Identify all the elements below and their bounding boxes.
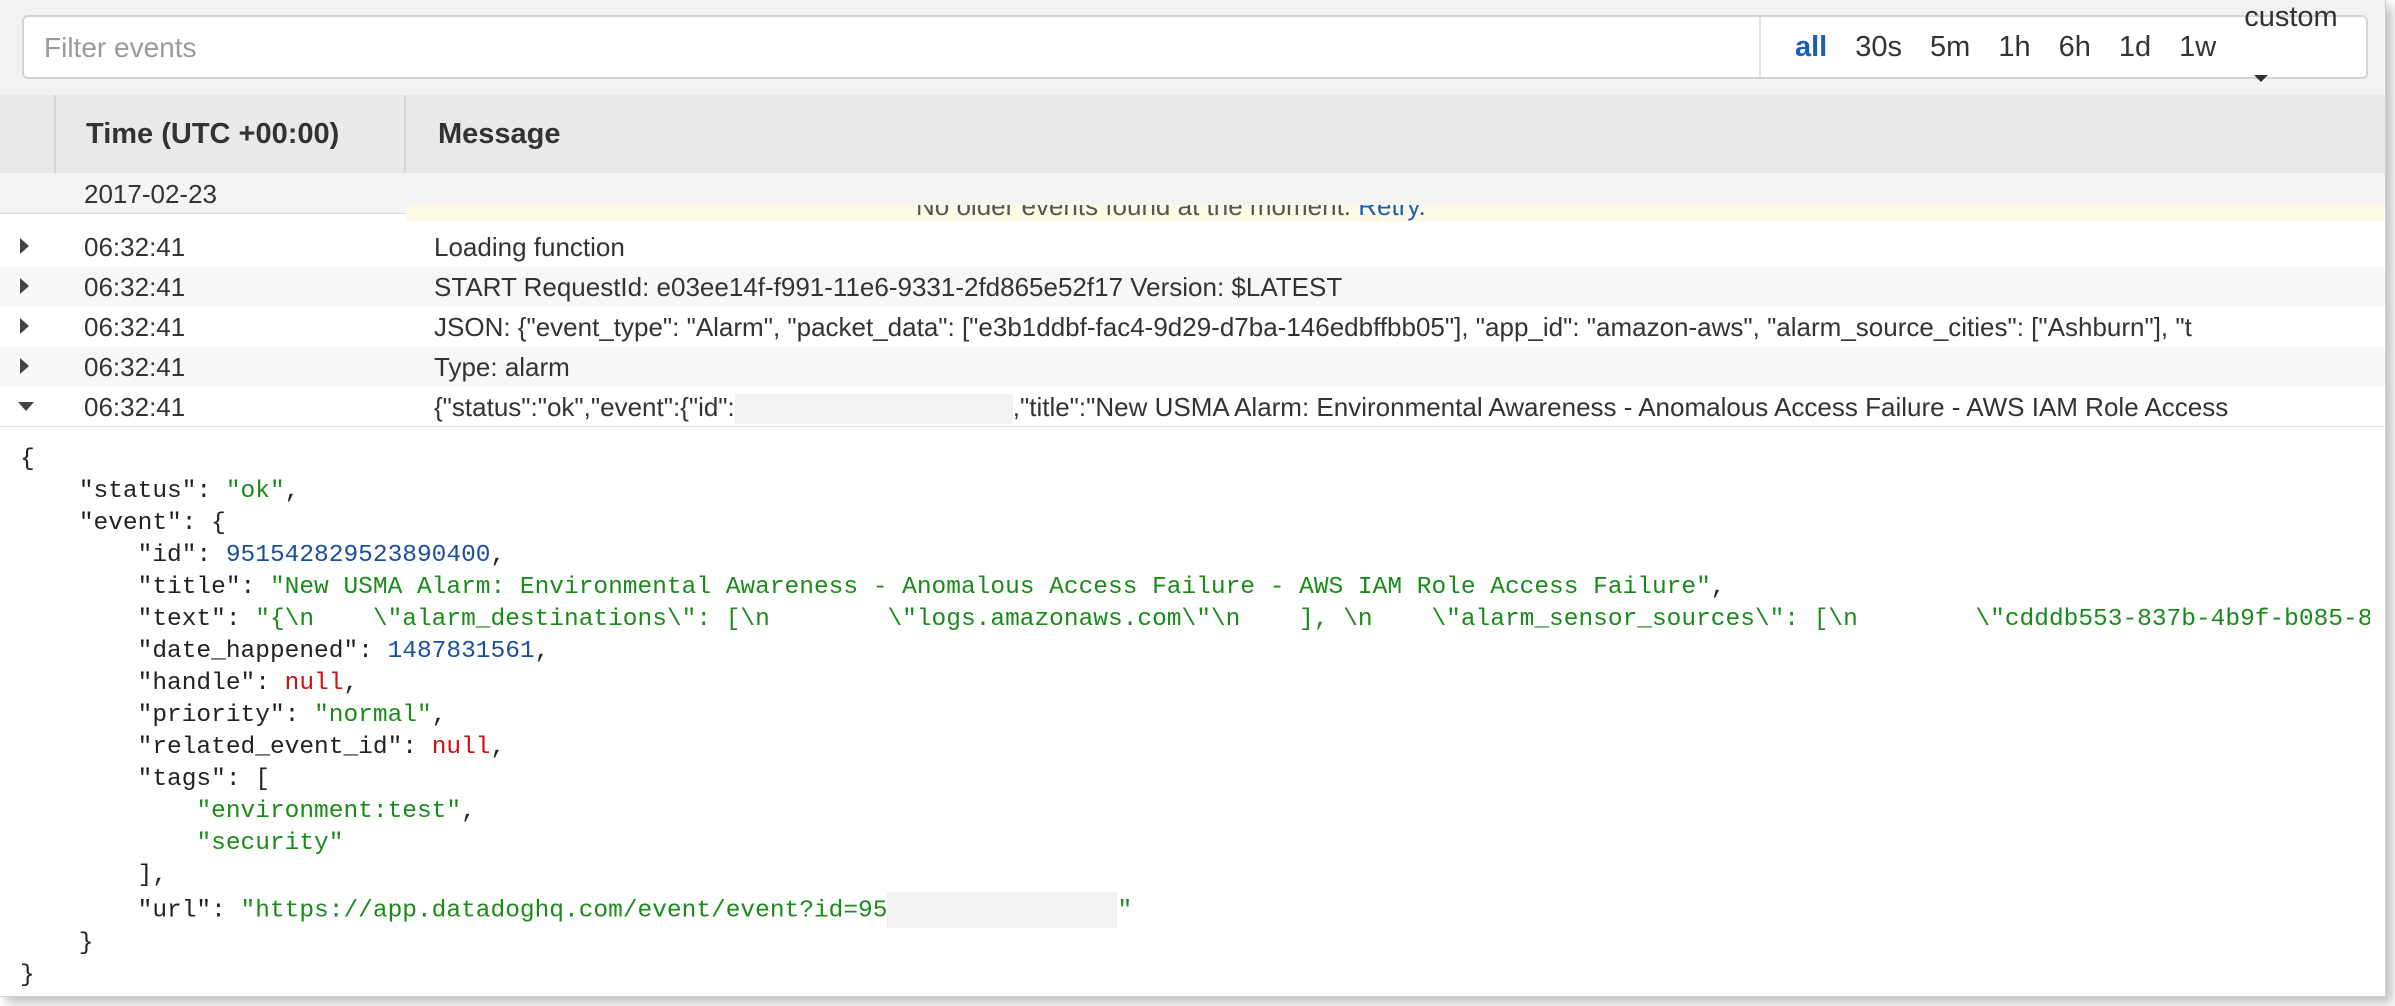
- row-message-prefix: {"status":"ok","event":{"id":: [434, 392, 735, 422]
- message-column-header[interactable]: Message: [406, 95, 2385, 173]
- json-title: "New USMA Alarm: Environmental Awareness…: [269, 574, 1711, 601]
- table-header: Time (UTC +00:00) Message: [0, 95, 2385, 174]
- time-column-header[interactable]: Time (UTC +00:00): [56, 95, 406, 173]
- range-custom-dropdown[interactable]: custom: [2230, 0, 2366, 107]
- row-time: 06:32:41: [84, 272, 186, 302]
- row-message: Type: alarm: [434, 352, 570, 382]
- time-range-group: all 30s 5m 1h 6h 1d 1w custom: [1759, 1, 2366, 82]
- expand-row-icon[interactable]: [20, 358, 29, 374]
- chevron-down-icon: [2254, 74, 2269, 82]
- json-tag: "security": [196, 830, 344, 857]
- range-6h[interactable]: 6h: [2045, 17, 2105, 77]
- older-events-notice: No older events found at the moment. Ret…: [406, 205, 2385, 221]
- row-message: {"status":"ok","event":{"id": ,"title":"N…: [434, 386, 2228, 428]
- expand-row-icon[interactable]: [20, 238, 29, 254]
- row-message-suffix: ,"title":"New USMA Alarm: Environmental …: [1012, 392, 2229, 422]
- redacted-block: [734, 394, 1013, 425]
- table-row[interactable]: 06:32:41 JSON: {"event_type": "Alarm", "…: [0, 306, 2385, 347]
- filter-box: all 30s 5m 1h 6h 1d 1w custom: [22, 1, 2368, 82]
- log-viewer: all 30s 5m 1h 6h 1d 1w custom Time (UTC …: [0, 0, 2386, 997]
- json-url-suffix: ": [1117, 897, 1133, 925]
- table-row[interactable]: 06:32:41 Type: alarm: [0, 346, 2385, 387]
- json-tag: "environment:test": [196, 798, 462, 825]
- expanded-json-view: { "status": "ok", "event": { "id": 95154…: [20, 444, 2370, 992]
- expand-row-icon[interactable]: [20, 278, 29, 294]
- table-row[interactable]: 06:32:41 Loading function: [0, 226, 2385, 267]
- row-time: 06:32:41: [84, 392, 186, 422]
- collapse-row-icon[interactable]: [18, 402, 34, 411]
- range-1h[interactable]: 1h: [1984, 17, 2044, 77]
- filter-bar: all 30s 5m 1h 6h 1d 1w custom: [0, 0, 2385, 96]
- retry-link[interactable]: Retry.: [1358, 205, 1425, 221]
- json-text: "{\n \"alarm_destinations\": [\n \"logs.…: [255, 606, 2370, 633]
- range-custom-label: custom: [2244, 1, 2338, 33]
- json-related-event-id: null: [431, 734, 491, 761]
- json-handle: null: [284, 670, 344, 697]
- table-row[interactable]: 06:32:41 START RequestId: e03ee14f-f991-…: [0, 266, 2385, 307]
- range-all[interactable]: all: [1781, 17, 1841, 77]
- json-id: 951542829523890400: [225, 542, 491, 569]
- range-30s[interactable]: 30s: [1841, 17, 1916, 77]
- json-url-prefix: "https://app.datadoghq.com/event/event?i…: [240, 897, 888, 925]
- row-time: 06:32:41: [84, 352, 186, 382]
- filter-events-input[interactable]: [42, 17, 1766, 79]
- older-events-text: No older events found at the moment. Ret…: [916, 205, 1426, 221]
- row-time: 06:32:41: [84, 232, 186, 262]
- table-row-expanded[interactable]: 06:32:41 {"status":"ok","event":{"id": ,"…: [0, 386, 2385, 427]
- expand-column-header: [0, 95, 56, 173]
- row-time: 06:32:41: [84, 312, 186, 342]
- json-status: "ok": [225, 478, 285, 505]
- date-label: 2017-02-23: [84, 179, 217, 209]
- expand-row-icon[interactable]: [20, 318, 29, 334]
- range-1w[interactable]: 1w: [2165, 17, 2230, 77]
- row-message: Loading function: [434, 232, 625, 262]
- row-message: START RequestId: e03ee14f-f991-11e6-9331…: [434, 272, 1343, 302]
- older-events-message: No older events found at the moment.: [916, 205, 1352, 221]
- json-date-happened: 1487831561: [387, 638, 535, 665]
- redacted-block: [887, 892, 1118, 928]
- range-5m[interactable]: 5m: [1916, 17, 1984, 77]
- json-priority: "normal": [314, 702, 432, 729]
- range-1d[interactable]: 1d: [2105, 17, 2165, 77]
- row-message: JSON: {"event_type": "Alarm", "packet_da…: [434, 312, 2192, 342]
